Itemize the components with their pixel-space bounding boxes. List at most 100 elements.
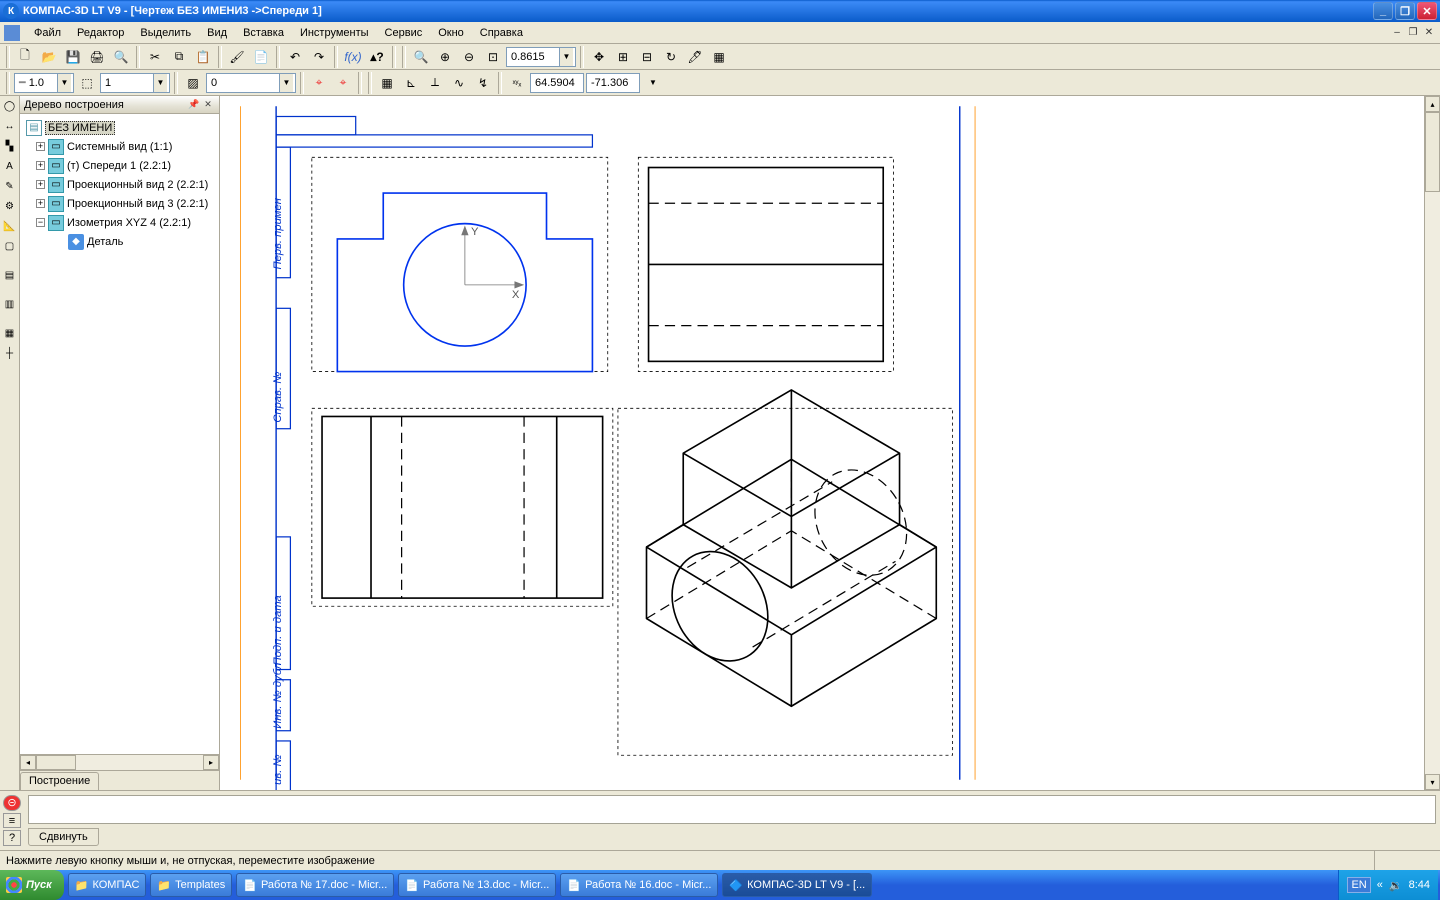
scroll-up-icon[interactable]: ▴ <box>1425 96 1440 112</box>
tree-pin-button[interactable]: 📌 <box>187 98 201 112</box>
close-button[interactable]: ✕ <box>1417 2 1437 20</box>
layers-button[interactable]: ▦ <box>708 46 730 68</box>
tray-language-indicator[interactable]: EN <box>1347 877 1370 893</box>
style-combo[interactable]: 0 ▼ <box>206 73 296 93</box>
tree-item[interactable]: + ▭ Системный вид (1:1) <box>22 137 217 156</box>
aux-tool-icon[interactable]: ┼ <box>1 345 18 362</box>
tree-expand-icon[interactable]: + <box>36 142 45 151</box>
taskbar-task[interactable]: 📁Templates <box>150 873 232 897</box>
zoom-window-button[interactable]: ⊡ <box>482 46 504 68</box>
command-options-icon[interactable]: ≡ <box>3 813 21 829</box>
designation-tool-icon[interactable]: ▚ <box>1 138 18 155</box>
menu-editor[interactable]: Редактор <box>69 25 132 41</box>
stop-command-icon[interactable]: ⊝ <box>3 795 21 811</box>
local-cs-button[interactable]: ↯ <box>472 72 494 94</box>
tray-volume-icon[interactable]: 🔉 <box>1389 879 1403 892</box>
tree-item[interactable]: + ▭ Проекционный вид 2 (2.2:1) <box>22 175 217 194</box>
preview-button[interactable]: 🔍 <box>110 46 132 68</box>
mdi-minimize-button[interactable]: – <box>1390 26 1404 40</box>
tree-item-part[interactable]: ◆ Деталь <box>22 232 217 251</box>
help-button[interactable]: ▴? <box>366 46 388 68</box>
zoom-in-button[interactable]: ⊕ <box>434 46 456 68</box>
coords-mode-button[interactable]: ˣʸₓ <box>506 72 528 94</box>
menu-view[interactable]: Вид <box>199 25 235 41</box>
text-tool-icon[interactable]: A <box>1 158 18 175</box>
tree-item[interactable]: − ▭ Изометрия XYZ 4 (2.2:1) <box>22 213 217 232</box>
minimize-button[interactable]: _ <box>1373 2 1393 20</box>
command-help-icon[interactable]: ? <box>3 830 21 846</box>
maximize-button[interactable]: ❐ <box>1395 2 1415 20</box>
coord-y-field[interactable]: -71.306 <box>586 73 640 93</box>
menu-tools[interactable]: Инструменты <box>292 25 377 41</box>
scroll-down-icon[interactable]: ▾ <box>1425 774 1440 790</box>
tree-expand-icon[interactable]: + <box>36 161 45 170</box>
scroll-thumb[interactable] <box>1425 112 1440 192</box>
ortho-button[interactable]: ⊾ <box>400 72 422 94</box>
drawing-canvas[interactable]: Перв. примен Справ. № Подп. и дата Инв. … <box>220 96 1424 790</box>
taskbar-task[interactable]: 🔷КОМПАС-3D LT V9 - [... <box>722 873 872 897</box>
paste-button[interactable]: 📋 <box>192 46 214 68</box>
zoom-out-button[interactable]: ⊖ <box>458 46 480 68</box>
zoom-fit-button[interactable]: 🔍 <box>410 46 432 68</box>
scroll-right-icon[interactable]: ▸ <box>203 755 219 770</box>
copy-props-button[interactable]: 🖌 <box>226 46 248 68</box>
tree-root[interactable]: ▤ БЕЗ ИМЕНИ <box>22 118 217 137</box>
menu-file[interactable]: Файл <box>26 25 69 41</box>
views-tool-icon[interactable]: ▦ <box>1 325 18 342</box>
tree-hscrollbar[interactable]: ◂ ▸ <box>20 754 219 770</box>
edit-tool-icon[interactable]: ✎ <box>1 178 18 195</box>
tree-collapse-icon[interactable]: − <box>36 218 45 227</box>
report-tool-icon[interactable]: ▥ <box>1 296 18 313</box>
trace-button[interactable]: ∿ <box>448 72 470 94</box>
command-tab[interactable]: Сдвинуть <box>28 828 99 846</box>
tree-close-button[interactable]: ✕ <box>201 98 215 112</box>
undo-button[interactable]: ↶ <box>284 46 306 68</box>
taskbar-task[interactable]: 📄Работа № 17.doc - Micr... <box>236 873 394 897</box>
zoom-realtime-button[interactable]: ⊟ <box>636 46 658 68</box>
snap-button[interactable]: ⟂ <box>424 72 446 94</box>
menu-window[interactable]: Окно <box>430 25 472 41</box>
system-tray[interactable]: EN « 🔉 8:44 <box>1338 870 1438 900</box>
taskbar-task[interactable]: 📁КОМПАС <box>68 873 147 897</box>
zoom-combo[interactable]: 0.8615 ▼ <box>506 47 576 67</box>
properties-button[interactable]: 📄 <box>250 46 272 68</box>
save-button[interactable]: 💾 <box>62 46 84 68</box>
redo-button[interactable]: ↷ <box>308 46 330 68</box>
cut-button[interactable]: ✂ <box>144 46 166 68</box>
tree-tab-build[interactable]: Построение <box>20 772 99 790</box>
variables-button[interactable]: f(x) <box>342 46 364 68</box>
grid-button[interactable]: ▦ <box>376 72 398 94</box>
line-width-combo[interactable]: ━ 1.0 ▼ <box>14 73 74 93</box>
tree-item[interactable]: + ▭ (т) Спереди 1 (2.2:1) <box>22 156 217 175</box>
params-tool-icon[interactable]: ⚙ <box>1 198 18 215</box>
copy-button[interactable]: ⧉ <box>168 46 190 68</box>
command-input[interactable] <box>28 795 1436 824</box>
print-button[interactable]: 🖨 <box>86 46 108 68</box>
coord-x-field[interactable]: 64.5904 <box>530 73 584 93</box>
zoom-prev-button[interactable]: ⊞ <box>612 46 634 68</box>
menu-help[interactable]: Справка <box>472 25 531 41</box>
menu-select[interactable]: Выделить <box>132 25 199 41</box>
drawing-vscrollbar[interactable]: ▴ ▾ <box>1424 96 1440 790</box>
dimension-tool-icon[interactable]: ↔ <box>1 118 18 135</box>
taskbar-task[interactable]: 📄Работа № 16.doc - Micr... <box>560 873 718 897</box>
tree-item[interactable]: + ▭ Проекционный вид 3 (2.2:1) <box>22 194 217 213</box>
coords-dropdown-button[interactable]: ▼ <box>642 72 664 94</box>
pan-button[interactable]: ✥ <box>588 46 610 68</box>
select-tool-icon[interactable]: ▢ <box>1 238 18 255</box>
tray-expand-icon[interactable]: « <box>1377 879 1383 891</box>
line-style-button[interactable]: ⬚ <box>76 72 98 94</box>
start-button[interactable]: Пуск <box>0 870 64 900</box>
scroll-left-icon[interactable]: ◂ <box>20 755 36 770</box>
tree-expand-icon[interactable]: + <box>36 199 45 208</box>
geometry-tool-icon[interactable]: ◯ <box>1 98 18 115</box>
snap-end-button[interactable]: ⌖ <box>308 72 330 94</box>
open-button[interactable]: 📂 <box>38 46 60 68</box>
measure-tool-icon[interactable]: 📐 <box>1 218 18 235</box>
menu-service[interactable]: Сервис <box>377 25 431 41</box>
snap-mid-button[interactable]: ⌖ <box>332 72 354 94</box>
tray-clock[interactable]: 8:44 <box>1409 879 1430 891</box>
new-button[interactable]: 🗋 <box>14 46 36 68</box>
mdi-restore-button[interactable]: ❐ <box>1406 26 1420 40</box>
tree-body[interactable]: ▤ БЕЗ ИМЕНИ + ▭ Системный вид (1:1) + ▭ … <box>20 114 219 754</box>
